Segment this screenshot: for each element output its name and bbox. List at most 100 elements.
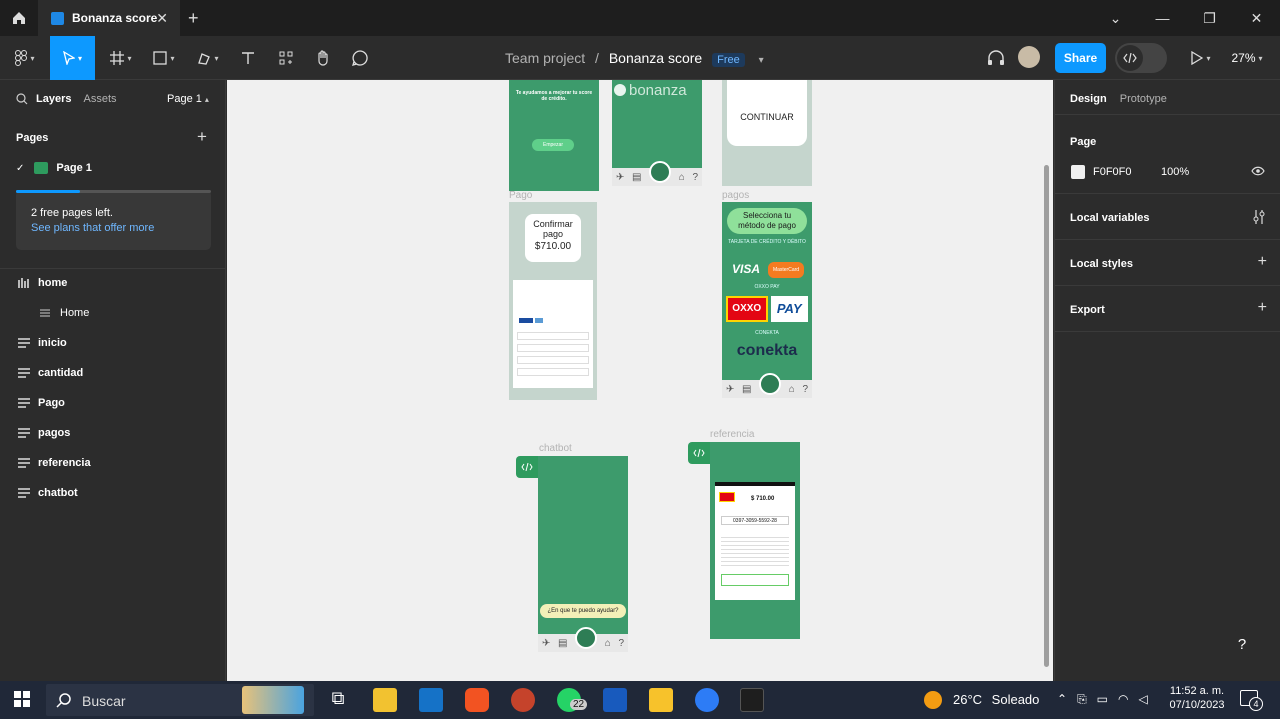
canvas-scrollbar[interactable] <box>1044 165 1049 667</box>
share-button[interactable]: Share <box>1055 43 1106 73</box>
meet-icon[interactable]: ⎘ <box>1077 692 1087 707</box>
clipboard-icon[interactable]: ▤ <box>558 638 567 649</box>
bg-color-swatch[interactable] <box>1071 165 1085 179</box>
comment-tool-button[interactable] <box>348 36 372 80</box>
page-selector[interactable]: Page 1 ▴ <box>167 93 209 105</box>
minimize-icon[interactable]: — <box>1139 0 1186 36</box>
frame-pago[interactable]: Confirmar pago $710.00 <box>509 202 597 400</box>
help-icon[interactable]: ? <box>693 172 699 183</box>
plan-badge[interactable]: Free <box>712 53 745 67</box>
sun-icon[interactable] <box>924 691 942 709</box>
help-button[interactable]: ? <box>1227 629 1257 659</box>
add-style-icon[interactable]: + <box>1258 253 1267 271</box>
frame-home[interactable]: bonanza ✈ ▤ ⌂? <box>612 80 702 186</box>
rocket-icon[interactable]: ✈ <box>726 384 734 395</box>
frame-referencia[interactable]: $ 710.00 0397-3059-5592-28 <box>710 442 800 639</box>
frame-pagos[interactable]: Selecciona tu método de pago TARJETA DE … <box>722 202 812 398</box>
taskbar-search[interactable]: Buscar <box>46 684 314 716</box>
bg-opacity-value[interactable]: 100% <box>1161 166 1189 178</box>
move-tool-button[interactable]: ▾ <box>50 36 95 80</box>
weather[interactable]: 26°C Soleado <box>953 692 1039 707</box>
hand-tool-button[interactable] <box>311 36 335 80</box>
gauge-icon[interactable] <box>759 373 782 395</box>
clipboard-icon[interactable]: ▤ <box>742 384 751 395</box>
zoom-menu[interactable]: 27% ▾ <box>1226 36 1268 80</box>
volume-icon[interactable]: ◁ <box>1139 692 1148 707</box>
notification-icon[interactable]: 4 <box>1240 690 1263 711</box>
brave-icon[interactable] <box>465 688 489 712</box>
add-page-icon[interactable]: + <box>197 127 207 147</box>
local-variables-row[interactable]: Local variables <box>1055 194 1280 240</box>
help-icon[interactable]: ? <box>619 638 625 649</box>
frame-chatbot[interactable]: ¿En que te puedo ayudar? ✈ ▤ ⌂? <box>538 456 628 652</box>
close-window-icon[interactable]: ✕ <box>1233 0 1280 36</box>
tab-assets[interactable]: Assets <box>83 93 116 105</box>
continuar-button[interactable]: CONTINUAR <box>727 112 807 122</box>
task-view-icon[interactable]: ⧉ <box>326 688 350 712</box>
card-logos[interactable]: VISA MasterCard <box>728 262 804 278</box>
tab-prototype[interactable]: Prototype <box>1120 93 1167 105</box>
cap-icon[interactable]: ⌂ <box>789 384 795 395</box>
main-menu-button[interactable]: ▾ <box>8 36 42 80</box>
cap-icon[interactable]: ⌂ <box>679 172 685 183</box>
gauge-icon[interactable] <box>649 161 672 183</box>
card-cvv-input[interactable] <box>517 368 589 376</box>
shape-tool-button[interactable]: ▾ <box>146 36 182 80</box>
eye-icon[interactable] <box>1251 166 1265 176</box>
app-store-icon[interactable] <box>695 688 719 712</box>
export-row[interactable]: Export + <box>1055 286 1280 332</box>
add-export-icon[interactable]: + <box>1258 299 1267 317</box>
frame-cantidad[interactable]: CONTINUAR <box>722 80 812 186</box>
layer-home-child[interactable]: Home <box>40 307 89 319</box>
see-plans-link[interactable]: See plans that offer more <box>31 222 154 234</box>
new-tab-button[interactable]: + <box>188 8 199 29</box>
card-expiry-input[interactable] <box>517 344 589 352</box>
help-icon[interactable]: ? <box>803 384 809 395</box>
pen-tool-button[interactable]: ▾ <box>190 36 226 80</box>
avatar[interactable] <box>1018 46 1040 68</box>
layer-referencia[interactable]: referencia <box>18 457 91 469</box>
app-icon[interactable] <box>649 688 673 712</box>
rocket-icon[interactable]: ✈ <box>542 638 550 649</box>
clock[interactable]: 11:52 a. m. 07/10/2023 <box>1168 685 1226 711</box>
conekta-logo[interactable]: conekta <box>726 342 808 360</box>
file-name[interactable]: Bonanza score <box>609 50 702 66</box>
close-tab-icon[interactable]: ✕ <box>156 10 168 27</box>
layer-pago[interactable]: Pago <box>18 397 65 409</box>
layer-home[interactable]: home <box>18 277 67 289</box>
bg-color-value[interactable]: F0F0F0 <box>1093 166 1132 178</box>
wifi-icon[interactable]: ◠ <box>1118 692 1128 707</box>
empezar-button[interactable]: Empezar <box>532 139 574 151</box>
mail-icon[interactable] <box>419 688 443 712</box>
page-item-page-1[interactable]: ✓ Page 1 <box>16 162 92 174</box>
local-styles-row[interactable]: Local styles + <box>1055 240 1280 286</box>
whatsapp-icon[interactable]: 22 <box>557 688 588 712</box>
layer-chatbot[interactable]: chatbot <box>18 487 78 499</box>
tab-design[interactable]: Design <box>1070 93 1107 105</box>
dev-code-icon[interactable] <box>688 442 710 464</box>
present-button[interactable]: ▾ <box>1185 36 1217 80</box>
home-icon[interactable] <box>0 0 38 36</box>
chevron-down-icon[interactable]: ⌄ <box>1092 0 1139 36</box>
word-icon[interactable] <box>603 688 627 712</box>
layer-cantidad[interactable]: cantidad <box>18 367 83 379</box>
chevron-down-icon[interactable]: ▾ <box>759 55 764 66</box>
search-icon[interactable] <box>16 93 28 105</box>
dev-code-icon[interactable] <box>516 456 538 478</box>
card-name-input[interactable] <box>517 356 589 364</box>
design-canvas[interactable]: Te ayudamos a mejorar tu score de crédit… <box>227 80 1053 681</box>
chevron-up-icon[interactable]: ⌃ <box>1057 692 1067 707</box>
restore-icon[interactable]: ❐ <box>1186 0 1233 36</box>
variables-icon[interactable] <box>1253 210 1265 224</box>
cap-icon[interactable]: ⌂ <box>605 638 611 649</box>
tab-bonanza-score[interactable]: Bonanza score ✕ <box>38 0 180 36</box>
gauge-icon[interactable] <box>575 627 598 649</box>
card-number-input[interactable] <box>517 332 589 340</box>
battery-icon[interactable]: ▭ <box>1097 692 1108 707</box>
audio-button[interactable] <box>985 36 1007 80</box>
frame-tool-button[interactable]: ▾ <box>104 36 138 80</box>
layer-inicio[interactable]: inicio <box>18 337 67 349</box>
layer-pagos[interactable]: pagos <box>18 427 70 439</box>
windows-start-icon[interactable] <box>14 691 30 707</box>
resources-tool-button[interactable] <box>274 36 298 80</box>
